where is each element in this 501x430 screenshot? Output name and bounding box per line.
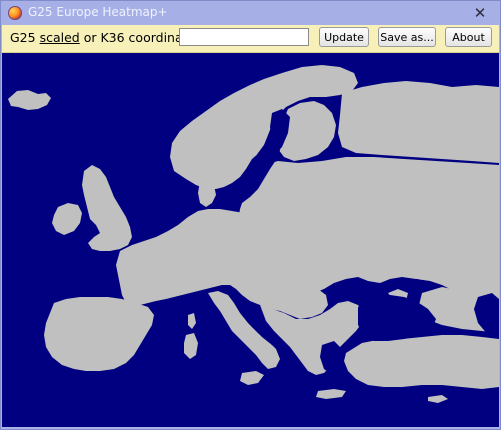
europe-map-svg	[8, 65, 499, 403]
app-window: G25 Europe Heatmap+ ✕ G25 scaled or K36 …	[0, 0, 501, 430]
label-prefix: G25	[10, 30, 40, 45]
save-as-button[interactable]: Save as...	[378, 27, 436, 47]
toolbar: G25 scaled or K36 coordinates: Update Sa…	[2, 25, 499, 53]
update-button[interactable]: Update	[319, 27, 369, 47]
crete-landmass	[316, 389, 346, 399]
kola-landmass	[338, 81, 499, 163]
great-britain-landmass	[82, 165, 132, 251]
sardinia-landmass	[184, 333, 198, 359]
europe-map[interactable]	[2, 53, 499, 427]
corsica-landmass	[188, 313, 196, 329]
window-title: G25 Europe Heatmap+	[28, 5, 168, 19]
app-logo-icon	[8, 6, 22, 20]
anatolia-landmass	[344, 335, 499, 389]
title-bar[interactable]: G25 Europe Heatmap+ ✕	[1, 1, 500, 25]
iceland-landmass	[8, 90, 51, 110]
azov-sea	[406, 279, 426, 291]
sicily-landmass	[240, 371, 264, 385]
coordinates-input[interactable]	[179, 28, 309, 46]
label-scaled: scaled	[39, 30, 80, 45]
close-icon[interactable]: ✕	[470, 3, 490, 23]
ireland-landmass	[52, 203, 82, 235]
about-button[interactable]: About	[445, 27, 492, 47]
iberia-landmass	[44, 297, 154, 371]
cyprus-landmass	[428, 395, 448, 403]
coordinates-label: G25 scaled or K36 coordinates:	[10, 30, 206, 45]
